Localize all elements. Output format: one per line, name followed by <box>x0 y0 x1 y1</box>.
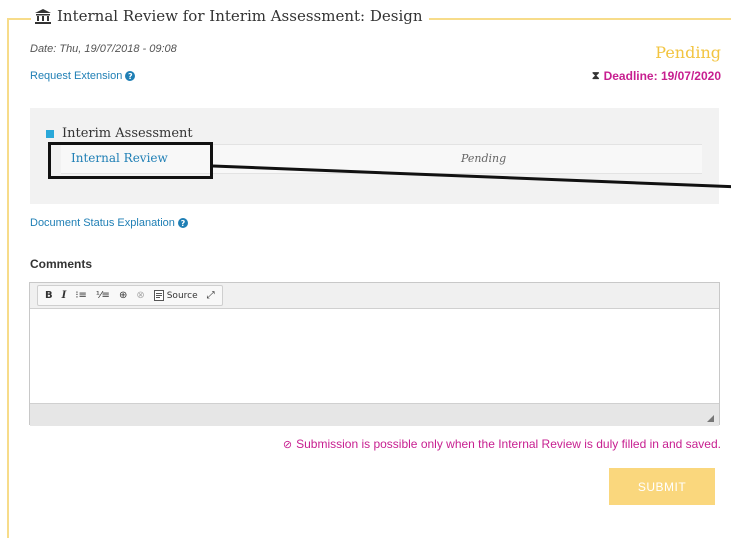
numbered-list-button[interactable]: ⅟≡ <box>92 287 114 304</box>
submission-warning: ⊘ Submission is possible only when the I… <box>283 437 721 451</box>
numbered-list-icon: ⅟≡ <box>95 290 110 301</box>
frame-line <box>7 18 31 20</box>
warning-text: Submission is possible only when the Int… <box>296 437 721 451</box>
toolbar-group: B I ⁝≡ ⅟≡ ⊕ ⊗ Source ⤢ <box>37 285 223 306</box>
date-label: Date: Thu, 19/07/2018 - 09:08 <box>30 43 177 55</box>
unlink-button[interactable]: ⊗ <box>132 287 148 304</box>
link-button[interactable]: ⊕ <box>115 287 131 304</box>
italic-button[interactable]: I <box>58 287 71 304</box>
section-title-text: Interim Assessment <box>62 126 193 141</box>
bold-button[interactable]: B <box>41 287 57 304</box>
help-icon: ? <box>177 218 188 228</box>
row-status: Pending <box>461 152 507 165</box>
status-badge: Pending <box>655 43 721 62</box>
submit-button[interactable]: SUBMIT <box>609 468 715 505</box>
request-extension-link[interactable]: Request Extension ? <box>30 70 136 82</box>
fieldset-frame <box>7 18 731 538</box>
link-icon: ⊕ <box>118 290 128 301</box>
source-icon <box>153 290 164 301</box>
comments-label: Comments <box>30 257 93 271</box>
maximize-button[interactable]: ⤢ <box>203 287 219 304</box>
deadline: ⧗ Deadline: 19/07/2020 <box>592 69 721 83</box>
deadline-text: Deadline: 19/07/2020 <box>603 69 721 83</box>
resize-handle[interactable] <box>707 415 714 422</box>
comments-editor: B I ⁝≡ ⅟≡ ⊕ ⊗ Source ⤢ <box>29 282 720 426</box>
square-icon <box>46 129 54 138</box>
hourglass-icon: ⧗ <box>591 69 600 82</box>
page-title: Internal Review for Interim Assessment: … <box>31 7 429 25</box>
bulleted-list-icon: ⁝≡ <box>75 290 87 301</box>
document-status-explanation-link[interactable]: Document Status Explanation ? <box>30 217 188 229</box>
unlink-icon: ⊗ <box>136 290 145 301</box>
request-extension-label: Request Extension <box>30 70 123 82</box>
document-status-explanation-label: Document Status Explanation <box>30 217 175 229</box>
maximize-icon: ⤢ <box>206 290 215 301</box>
bulleted-list-button[interactable]: ⁝≡ <box>71 287 91 304</box>
ban-icon: ⊘ <box>282 438 293 451</box>
help-icon: ? <box>125 71 136 81</box>
section-title: Interim Assessment <box>46 126 193 141</box>
source-label: Source <box>166 290 198 301</box>
comments-textarea[interactable] <box>30 309 719 403</box>
highlight-box <box>48 142 213 179</box>
editor-footer <box>30 403 719 426</box>
source-button[interactable]: Source <box>150 287 202 304</box>
editor-toolbar: B I ⁝≡ ⅟≡ ⊕ ⊗ Source ⤢ <box>30 283 719 309</box>
page-title-text: Internal Review for Interim Assessment: … <box>57 7 423 25</box>
institution-icon <box>35 8 51 24</box>
